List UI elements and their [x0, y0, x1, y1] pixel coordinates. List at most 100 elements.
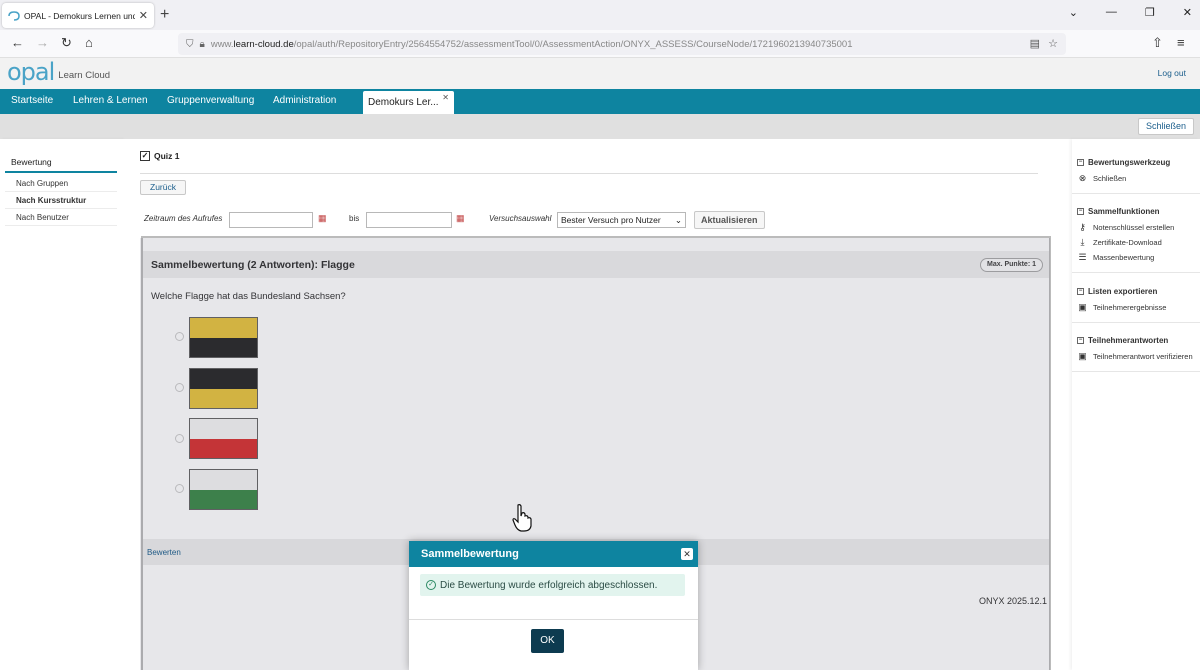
url-bar[interactable]: ⛉ 🔒︎ www. learn-cloud.de/opal/auth/Reposi…	[178, 33, 1066, 55]
action-label: Teilnehmerantwort verifizieren	[1093, 352, 1193, 361]
action-verifizieren[interactable]: ▣ Teilnehmerantwort verifizieren	[1077, 351, 1193, 362]
divider	[1072, 322, 1200, 323]
divider	[140, 173, 1038, 174]
menu-item-lehren[interactable]: Lehren & Lernen	[73, 95, 148, 106]
close-course-tab-icon[interactable]: ✕	[442, 93, 449, 102]
lock-icon: 🔒︎	[199, 38, 205, 50]
back-icon[interactable]: ←	[11, 35, 24, 50]
menu-item-gruppen[interactable]: Gruppenverwaltung	[167, 95, 254, 106]
app-header: opal Learn Cloud Log out	[0, 58, 1200, 89]
reload-icon[interactable]: ↻	[61, 35, 72, 51]
close-tab-icon[interactable]: ✕	[139, 9, 148, 22]
group-bewertungswerkzeug[interactable]: − Bewertungswerkzeug	[1077, 158, 1170, 167]
bewerten-link[interactable]: Bewerten	[147, 548, 181, 557]
opal-favicon-icon	[8, 10, 20, 21]
menu-item-administration[interactable]: Administration	[273, 95, 336, 106]
extensions-icon[interactable]: ⇧	[1152, 35, 1163, 51]
action-schliessen[interactable]: ⊗ Schließen	[1077, 173, 1127, 184]
group-teilnehmerantworten[interactable]: − Teilnehmerantworten	[1077, 336, 1168, 345]
action-zertifikate[interactable]: ⤓ Zertifikate-Download	[1077, 237, 1162, 248]
flag-option-4	[189, 469, 258, 510]
main-menu: Startseite Lehren & Lernen Gruppenverwal…	[0, 89, 1200, 114]
dialog-title: Sammelbewertung	[421, 548, 519, 560]
nav-nach-benutzer[interactable]: Nach Benutzer	[5, 209, 117, 226]
chevron-down-icon: ⌄	[674, 215, 682, 225]
answer-radio[interactable]	[175, 383, 184, 392]
flag-option-3	[189, 418, 258, 459]
menu-item-startseite[interactable]: Startseite	[11, 95, 53, 106]
browser-tab[interactable]: OPAL - Demokurs Lernen und Pr ✕	[2, 3, 154, 28]
logo-text: opal	[7, 58, 55, 86]
group-sammelfunktionen[interactable]: − Sammelfunktionen	[1077, 207, 1160, 216]
divider	[1072, 193, 1200, 194]
excel-icon: ▣	[1078, 302, 1087, 312]
date-from-input[interactable]	[229, 212, 313, 228]
window-controls: ⌄ — ❐ ✕	[1069, 6, 1192, 19]
nav-nach-kursstruktur[interactable]: Nach Kursstruktur	[5, 192, 117, 209]
flag-stripe-top	[190, 318, 257, 338]
course-tab-label: Demokurs Ler...	[368, 97, 439, 108]
to-label: bis	[349, 214, 360, 223]
group-head: Sammelfunktionen	[1088, 207, 1160, 216]
action-notenschluessel[interactable]: ⚷ Notenschlüssel erstellen	[1077, 222, 1174, 233]
flag-stripe-bottom	[190, 388, 257, 408]
bookmark-star-icon[interactable]: ☆	[1048, 37, 1058, 50]
menu-icon[interactable]: ≡	[1177, 35, 1185, 50]
home-icon[interactable]: ⌂	[85, 35, 93, 50]
panel-header: Sammelbewertung (2 Antworten): Flagge Ma…	[143, 251, 1049, 278]
ok-button[interactable]: OK	[531, 629, 564, 653]
flag-stripe-bottom	[190, 438, 257, 458]
check-circle-icon: ✓	[426, 580, 436, 590]
collapse-icon: −	[1077, 208, 1084, 215]
back-button[interactable]: Zurück	[140, 180, 186, 195]
close-window-icon[interactable]: ✕	[1183, 6, 1192, 19]
close-dialog-icon[interactable]: ✕	[681, 548, 693, 560]
logout-link[interactable]: Log out	[1158, 68, 1186, 78]
group-head: Listen exportieren	[1088, 287, 1158, 296]
calendar-from-icon[interactable]: ▦	[318, 213, 327, 224]
answer-radio[interactable]	[175, 332, 184, 341]
tab-list-icon[interactable]: ⌄	[1069, 6, 1078, 19]
reader-view-icon[interactable]: ▤	[1030, 37, 1040, 50]
flag-stripe-bottom	[190, 337, 257, 357]
action-label: Schließen	[1093, 174, 1127, 183]
flag-option-1	[189, 317, 258, 358]
close-button[interactable]: Schließen	[1137, 118, 1194, 135]
success-text: Die Bewertung wurde erfolgreich abgeschl…	[440, 579, 658, 591]
max-points-badge: Max. Punkte: 1	[979, 258, 1043, 272]
attempt-label: Versuchsauswahl	[489, 214, 552, 223]
divider	[1072, 272, 1200, 273]
quiz-label: Quiz 1	[154, 151, 180, 161]
opal-logo[interactable]: opal Learn Cloud	[7, 60, 110, 84]
group-listen-exportieren[interactable]: − Listen exportieren	[1077, 287, 1157, 296]
flag-stripe-bottom	[190, 489, 257, 509]
new-tab-icon[interactable]: +	[160, 6, 169, 24]
excel-icon: ▣	[1078, 351, 1087, 361]
divider	[1072, 371, 1200, 372]
browser-tabbar: OPAL - Demokurs Lernen und Pr ✕ + ⌄ — ❐ …	[0, 0, 1200, 30]
flag-stripe-top	[190, 369, 257, 389]
date-to-input[interactable]	[366, 212, 452, 228]
minimize-icon[interactable]: —	[1106, 6, 1117, 19]
action-massenbewertung[interactable]: ☰ Massenbewertung	[1077, 252, 1154, 263]
action-teilnehmerergebnisse[interactable]: ▣ Teilnehmerergebnisse	[1077, 302, 1166, 313]
result-dialog: Sammelbewertung ✕ ✓ Die Bewertung wurde …	[409, 541, 698, 670]
nav-bewertung[interactable]: Bewertung	[5, 157, 117, 173]
maximize-icon[interactable]: ❐	[1145, 6, 1155, 19]
calendar-to-icon[interactable]: ▦	[456, 213, 465, 224]
answer-radio[interactable]	[175, 484, 184, 493]
url-domain: learn-cloud.de	[233, 38, 294, 50]
answer-radio[interactable]	[175, 434, 184, 443]
course-tab[interactable]: Demokurs Ler... ✕	[363, 91, 454, 114]
action-label: Massenbewertung	[1093, 253, 1155, 262]
action-label: Zertifikate-Download	[1093, 238, 1162, 247]
collapse-icon: −	[1077, 337, 1084, 344]
flag-option-2	[189, 368, 258, 409]
onyx-version: ONYX 2025.12.1	[978, 596, 1047, 606]
attempt-select[interactable]: Bester Versuch pro Nutzer ⌄	[557, 212, 686, 228]
forward-icon[interactable]: →	[36, 35, 49, 50]
nav-nach-gruppen[interactable]: Nach Gruppen	[5, 175, 117, 192]
sub-toolbar: Schließen	[0, 114, 1200, 139]
refresh-button[interactable]: Aktualisieren	[694, 211, 765, 229]
right-sidebar: − Bewertungswerkzeug ⊗ Schließen − Sammelfu…	[1072, 139, 1200, 670]
